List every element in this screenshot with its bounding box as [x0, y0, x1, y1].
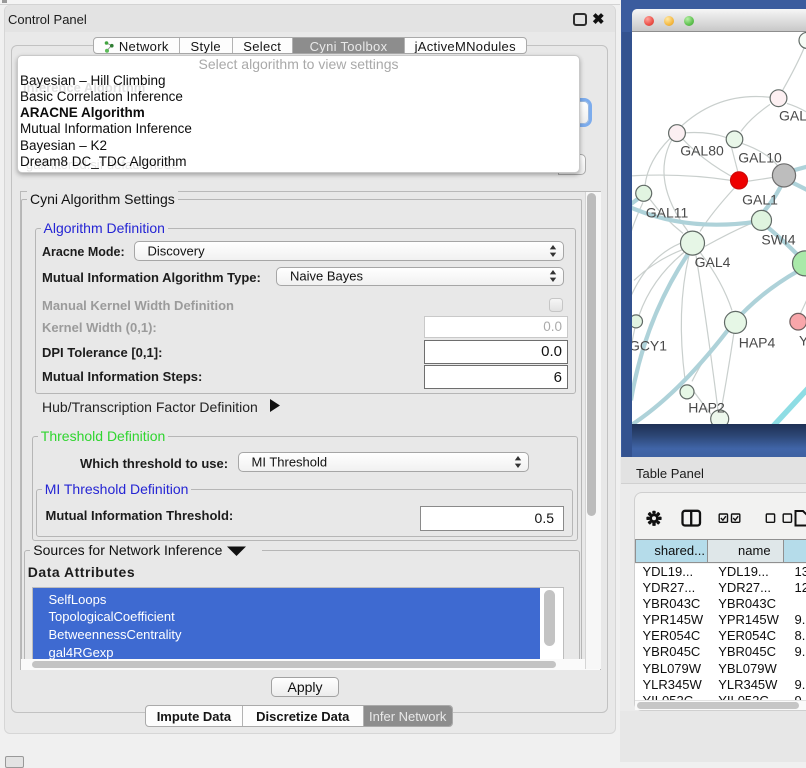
svg-text:GAL10: GAL10	[738, 149, 782, 165]
svg-text:GAL4: GAL4	[695, 253, 731, 269]
svg-text:SWI4: SWI4	[761, 231, 795, 247]
svg-text:GAL1: GAL1	[742, 191, 778, 207]
svg-text:Y: Y	[799, 332, 806, 348]
svg-text:GAL80: GAL80	[680, 142, 724, 158]
svg-text:GCY1: GCY1	[632, 337, 667, 353]
svg-text:GAL11: GAL11	[646, 204, 689, 220]
svg-text:HAP4: HAP4	[739, 334, 776, 350]
svg-text:HAP2: HAP2	[688, 399, 725, 415]
svg-text:GAL: GAL	[779, 107, 806, 123]
